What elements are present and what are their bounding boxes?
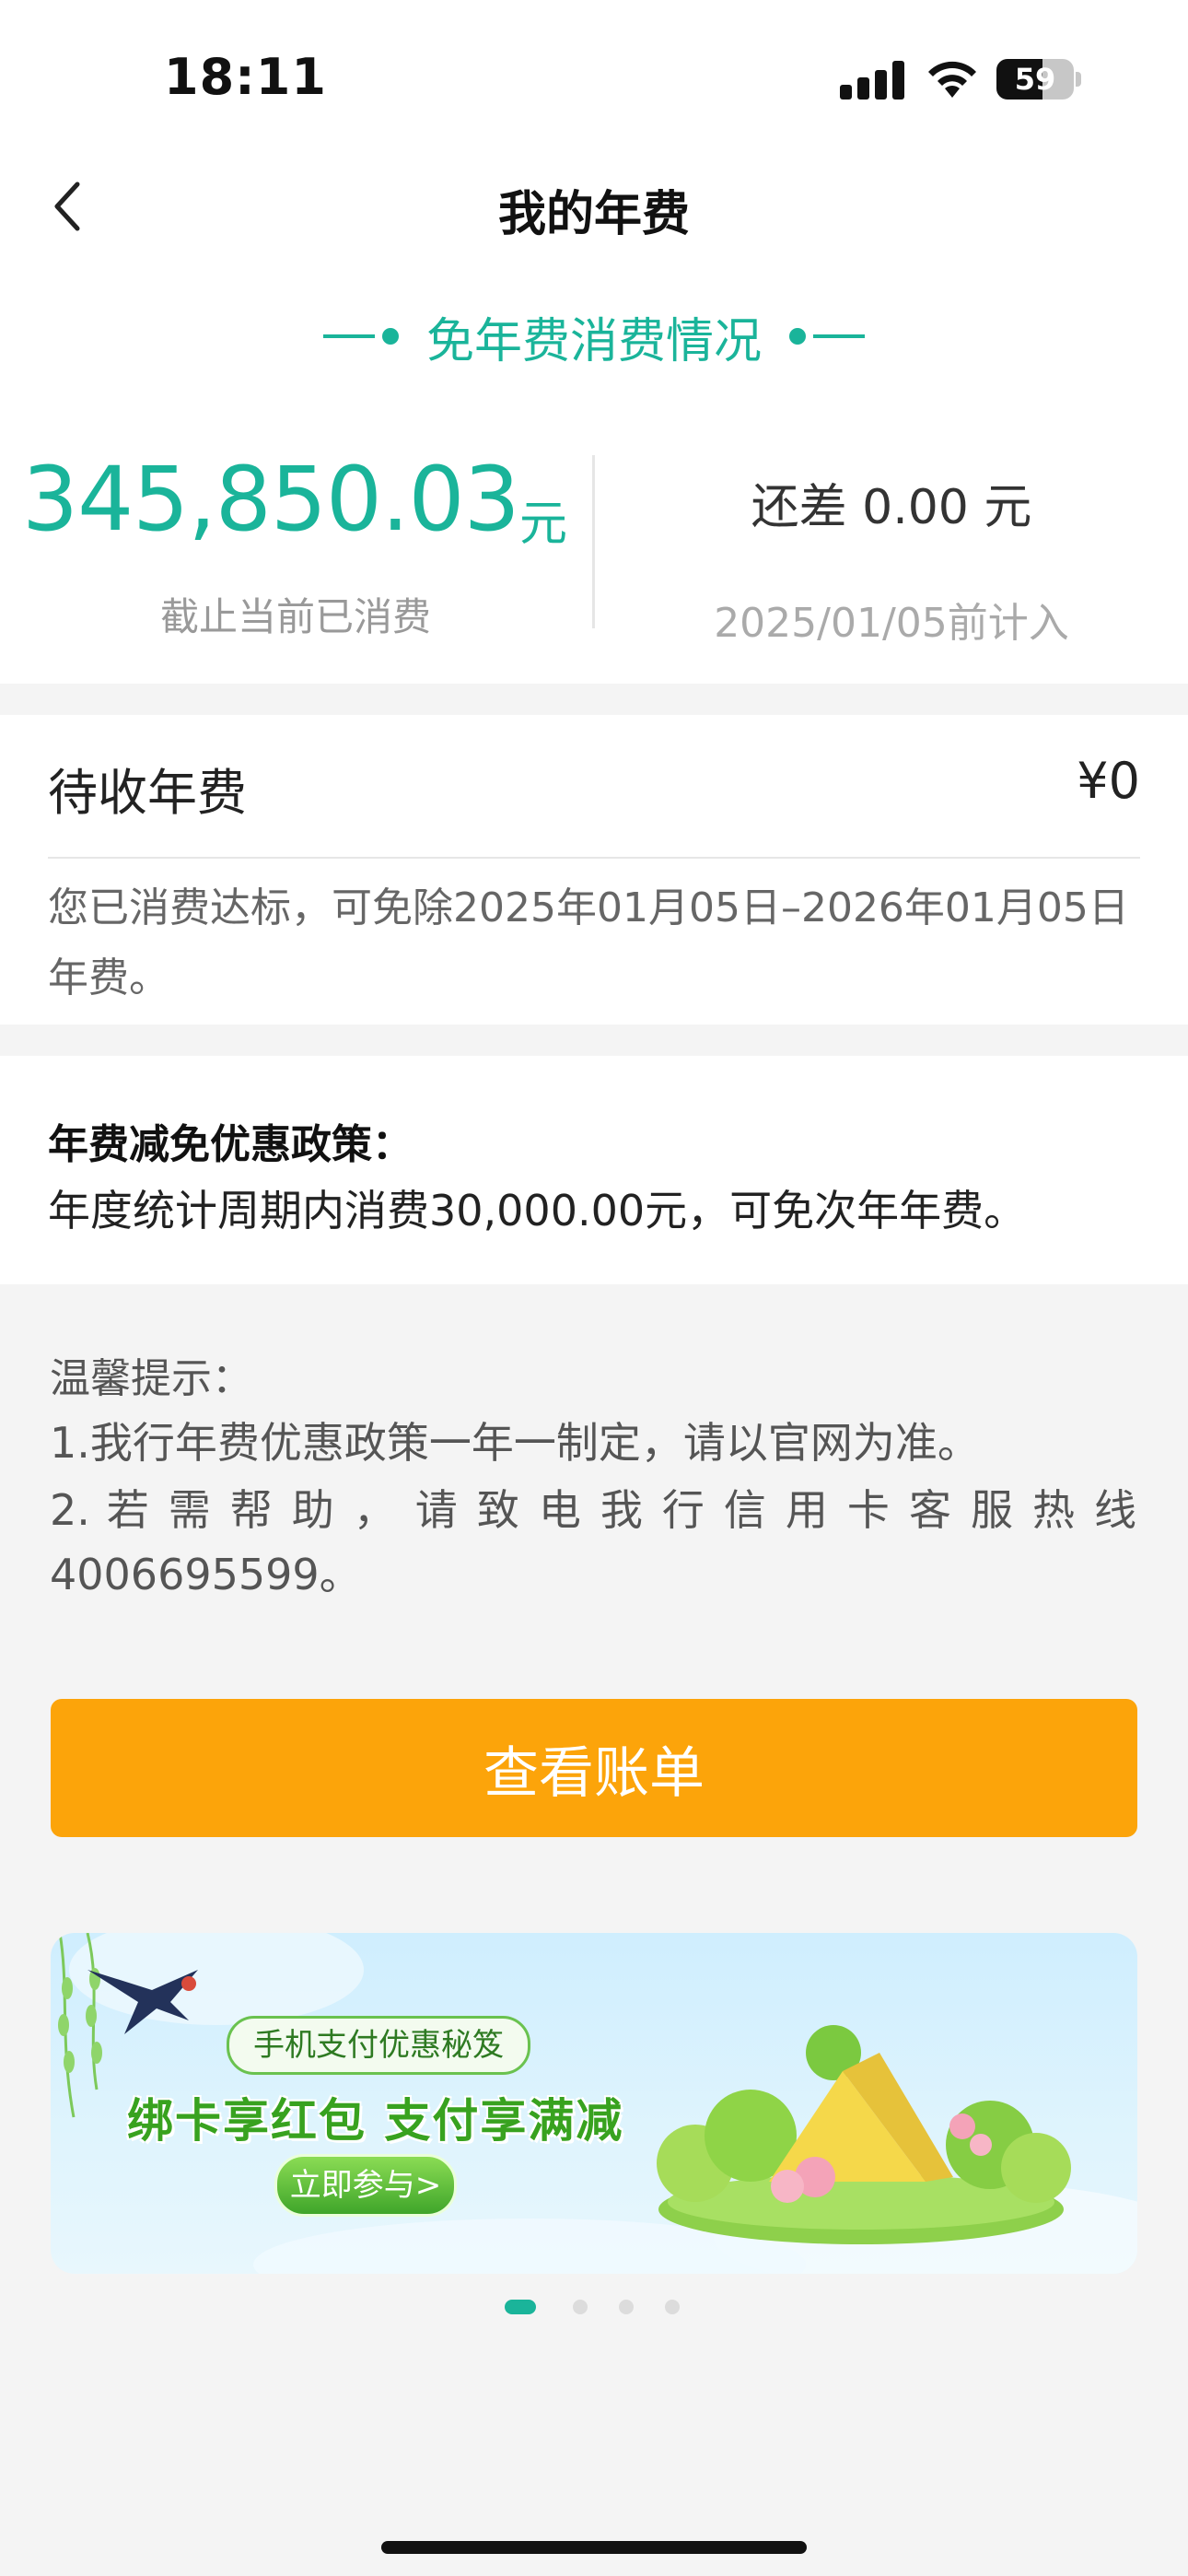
carousel-indicator	[505, 2300, 689, 2318]
pending-fee-label: 待收年费	[48, 764, 247, 822]
section-title: 免年费消费情况	[425, 313, 762, 369]
policy-card	[0, 1056, 1188, 1284]
cellular-signal-icon	[840, 61, 904, 100]
section-header: 免年费消费情况	[0, 304, 1188, 369]
banner-tag: 手机支付优惠秘笈	[227, 2016, 530, 2075]
carousel-dot-active[interactable]	[505, 2300, 536, 2314]
carousel-dot[interactable]	[665, 2300, 680, 2314]
spent-unit: 元	[519, 497, 568, 552]
view-bill-button[interactable]: 查看账单	[51, 1699, 1137, 1837]
divider-line	[322, 334, 375, 338]
tips-title: 温馨提示：	[50, 1355, 252, 1402]
divider-dot	[381, 328, 399, 345]
carousel-dot[interactable]	[619, 2300, 634, 2314]
remaining-deadline: 2025/01/05前计入	[714, 600, 1069, 647]
divider-dot	[789, 328, 806, 345]
wifi-icon	[928, 61, 976, 98]
divider-line	[813, 334, 865, 338]
tent-island-illustration	[657, 2025, 1071, 2244]
spent-label: 截止当前已消费	[159, 594, 431, 639]
horizontal-divider	[48, 857, 1140, 859]
spent-amount: 345,850.03	[22, 448, 520, 551]
banner-headline: 绑卡享红包 支付享满减	[127, 2094, 624, 2148]
carousel-dot[interactable]	[573, 2300, 588, 2314]
banner-cta-button[interactable]: 立即参与>	[274, 2154, 457, 2217]
status-time: 18:11	[164, 48, 327, 106]
battery-level: 59	[1014, 62, 1056, 97]
remaining-amount: 还差 0.00 元	[751, 480, 1032, 535]
tip-item: 1.我行年费优惠政策一年一制定，请以官网为准。	[50, 1418, 980, 1468]
tip-item: 2. 若 需 帮 助 ， 请 致 电 我 行 信 用 卡 客 服 热 线 400…	[50, 1485, 1136, 1599]
pending-fee-note: 您已消费达标，可免除2025年01月05日–2026年01月05日年费。	[48, 884, 1129, 1001]
battery-icon: 59	[996, 59, 1081, 100]
pending-fee-value: ¥0	[1077, 752, 1140, 810]
page-title: 我的年费	[497, 187, 690, 242]
policy-title: 年费减免优惠政策：	[48, 1121, 413, 1168]
policy-text: 年度统计周期内消费30,000.00元，可免次年年费。	[48, 1186, 1027, 1235]
home-indicator[interactable]	[381, 2541, 807, 2554]
